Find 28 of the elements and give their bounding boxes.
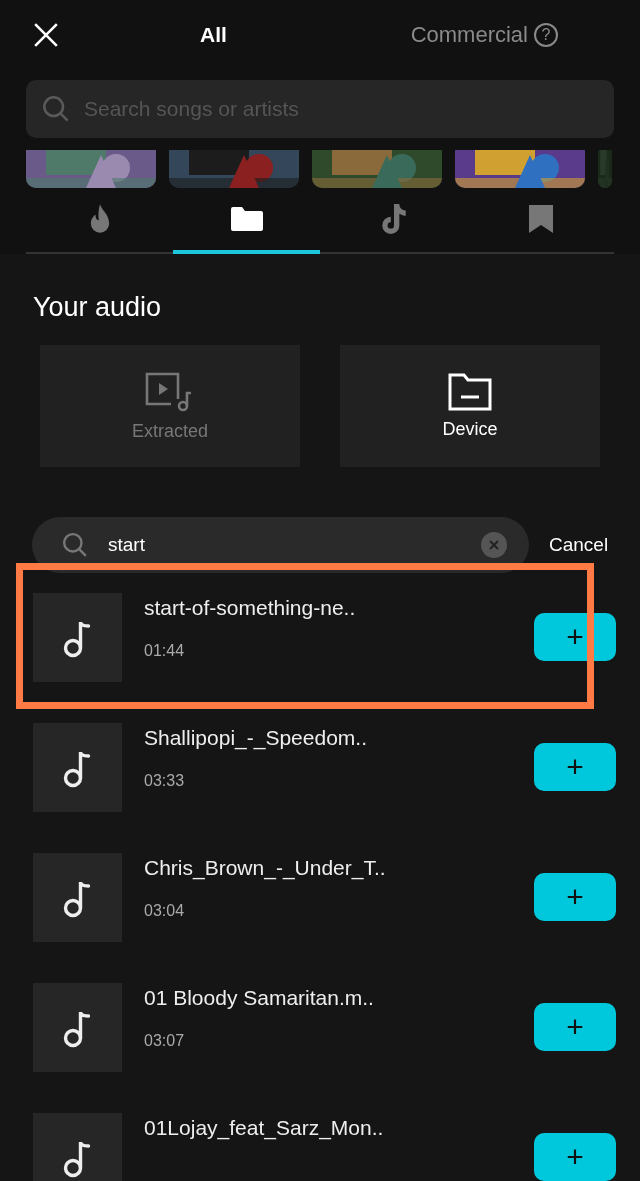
track-duration: 03:33	[144, 772, 186, 790]
search-icon	[42, 95, 70, 123]
track-title[interactable]: 01Lojay_feat_Sarz_Mon..	[144, 1116, 444, 1140]
track-duration: 03:04	[144, 902, 186, 920]
folder-icon	[448, 372, 492, 411]
close-icon[interactable]	[33, 22, 59, 48]
track-duration: 01:44	[144, 642, 186, 660]
cancel-button[interactable]: Cancel	[549, 534, 609, 556]
music-note-icon	[379, 203, 408, 235]
track-title[interactable]: 01 Bloody Samaritan.m..	[144, 986, 444, 1010]
track-title[interactable]: start-of-something-ne..	[144, 596, 444, 620]
track-title[interactable]: Chris_Brown_-_Under_T..	[144, 856, 444, 880]
track-title[interactable]: Shallipopi_-_Speedom..	[144, 726, 444, 750]
commercial-tab[interactable]: Commercial	[410, 22, 528, 48]
add-button[interactable]: +	[534, 1133, 616, 1181]
search-icon	[62, 532, 88, 558]
header-title[interactable]: All	[200, 23, 227, 47]
folder-icon	[229, 206, 264, 232]
bookmark-icon	[527, 204, 554, 234]
add-button[interactable]: +	[534, 1003, 616, 1051]
clear-icon[interactable]	[481, 532, 507, 558]
add-button[interactable]: +	[534, 613, 616, 661]
add-button[interactable]: +	[534, 743, 616, 791]
help-icon[interactable]: ?	[534, 23, 558, 47]
source-card[interactable]: Device	[340, 345, 600, 467]
section-title: Your audio	[33, 292, 163, 323]
add-button[interactable]: +	[534, 873, 616, 921]
track-duration: 03:07	[144, 1032, 186, 1050]
